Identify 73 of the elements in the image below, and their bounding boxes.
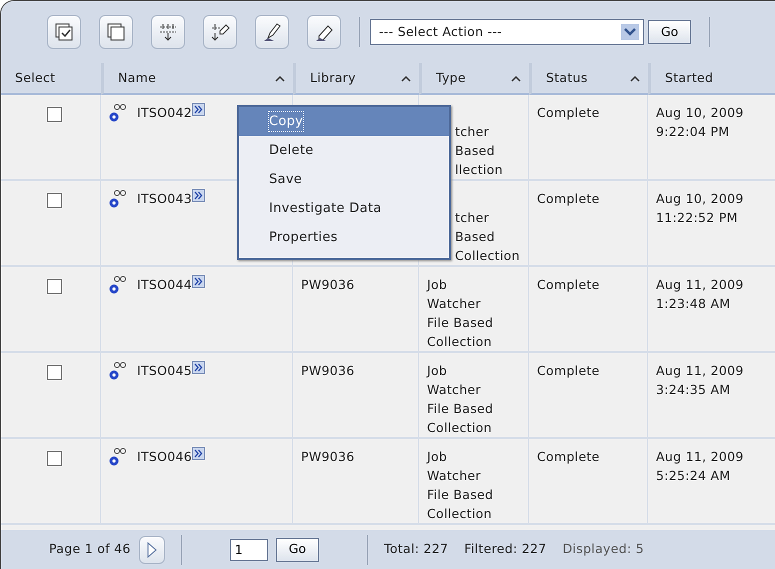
status-text: Complete xyxy=(537,449,600,464)
library-text: PW9036 xyxy=(301,449,355,464)
row-name: ITSO042 xyxy=(137,104,192,122)
filter-edit-button[interactable] xyxy=(203,15,237,49)
started-text: Aug 11, 2009 5:25:24 AM xyxy=(656,448,745,485)
job-watcher-icon xyxy=(109,275,129,295)
row-menu-button[interactable] xyxy=(192,189,206,202)
action-select[interactable]: --- Select Action --- xyxy=(370,19,644,45)
go-button[interactable]: Go xyxy=(648,20,692,44)
started-text: Aug 11, 2009 3:24:35 AM xyxy=(656,362,745,399)
select-all-button[interactable] xyxy=(47,15,81,49)
expand-rows-button[interactable] xyxy=(151,15,185,49)
pencil-button[interactable] xyxy=(255,15,289,49)
column-header[interactable]: Select xyxy=(1,63,101,95)
job-watcher-icon xyxy=(109,189,129,209)
started-text: Aug 10, 2009 11:22:52 PM xyxy=(656,190,745,227)
filtered-count: Filtered: 227 xyxy=(464,540,547,558)
menu-item[interactable]: Copy xyxy=(239,107,449,136)
page-indicator: Page 1 of 46 xyxy=(49,540,131,558)
status-text: Complete xyxy=(537,363,600,378)
row-checkbox[interactable] xyxy=(47,365,62,380)
displayed-count: Displayed: 5 xyxy=(562,540,644,558)
menu-item[interactable]: Save xyxy=(239,165,449,194)
job-watcher-icon xyxy=(109,447,129,467)
row-menu-button[interactable] xyxy=(192,103,206,116)
menu-item[interactable]: Investigate Data xyxy=(239,194,449,223)
job-watcher-icon xyxy=(109,361,129,381)
row-checkbox[interactable] xyxy=(47,193,62,208)
library-text: PW9036 xyxy=(301,277,355,292)
row-name: ITSO046 xyxy=(137,448,192,466)
column-header[interactable]: Started xyxy=(648,63,775,95)
row-name: ITSO044 xyxy=(137,276,192,294)
type-text: tcher Based llection xyxy=(455,123,504,179)
page-input[interactable]: 1 xyxy=(230,538,268,560)
started-text: Aug 11, 2009 1:23:48 AM xyxy=(656,276,745,313)
eraser-button[interactable] xyxy=(307,15,341,49)
row-menu-button[interactable] xyxy=(192,361,206,374)
select-all-icon xyxy=(53,21,75,43)
library-text: PW9036 xyxy=(301,363,355,378)
column-header[interactable]: Type xyxy=(419,63,529,95)
status-text: Complete xyxy=(537,191,600,206)
column-header[interactable]: Name xyxy=(101,63,293,95)
menu-item[interactable]: Properties xyxy=(239,223,449,252)
row-checkbox[interactable] xyxy=(47,279,62,294)
type-text: Job Watcher File Based Collection xyxy=(427,276,494,351)
menu-item[interactable]: Delete xyxy=(239,136,449,165)
status-text: Complete xyxy=(537,105,600,120)
type-text: Job Watcher File Based Collection xyxy=(427,362,494,437)
sort-ascending-icon[interactable] xyxy=(630,74,640,82)
started-text: Aug 10, 2009 9:22:04 PM xyxy=(656,104,745,141)
row-checkbox[interactable] xyxy=(47,451,62,466)
column-header[interactable]: Library xyxy=(293,63,419,95)
row-name: ITSO043 xyxy=(137,190,192,208)
column-header[interactable]: Status xyxy=(529,63,648,95)
expand-rows-icon xyxy=(157,21,179,43)
type-text: tcher Based Collection xyxy=(455,209,521,265)
next-page-button[interactable] xyxy=(138,536,165,564)
sort-ascending-icon[interactable] xyxy=(401,74,411,82)
job-watcher-icon xyxy=(109,103,129,123)
filter-edit-icon xyxy=(209,21,231,43)
total-count: Total: 227 xyxy=(384,540,448,558)
row-menu-button[interactable] xyxy=(192,275,206,288)
type-text: Job Watcher File Based Collection xyxy=(427,448,494,523)
status-text: Complete xyxy=(537,277,600,292)
row-name: ITSO045 xyxy=(137,362,192,380)
sort-ascending-icon[interactable] xyxy=(511,74,521,82)
deselect-all-icon xyxy=(105,21,127,43)
deselect-all-button[interactable] xyxy=(99,15,133,49)
next-icon xyxy=(146,542,157,558)
row-menu-button[interactable] xyxy=(192,447,206,460)
go-button[interactable]: Go xyxy=(276,538,320,562)
sort-ascending-icon[interactable] xyxy=(275,74,285,82)
row-checkbox[interactable] xyxy=(47,107,62,122)
